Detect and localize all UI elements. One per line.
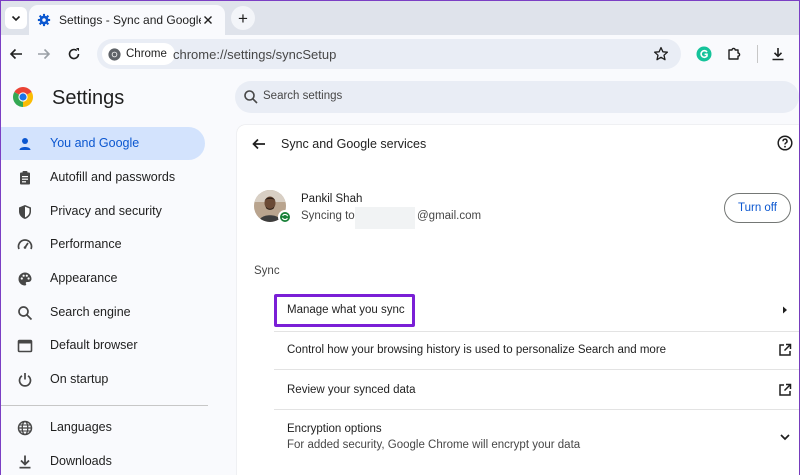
sidebar-item-label: Autofill and passwords <box>50 170 176 184</box>
sidebar-item-downloads[interactable]: Downloads <box>1 445 205 475</box>
sync-icon <box>281 213 289 221</box>
page-title: Settings <box>52 87 125 109</box>
browsing-history-control-link[interactable]: Control how your browsing history is use… <box>287 344 666 356</box>
power-icon <box>16 371 34 389</box>
encryption-options-title[interactable]: Encryption options <box>287 423 382 435</box>
chrome-logo-icon <box>13 87 33 107</box>
download-icon <box>16 453 34 471</box>
browser-toolbar: Chrome chrome://settings/syncSetup <box>1 35 799 73</box>
bookmark-star-icon[interactable] <box>653 46 669 62</box>
chrome-logo-icon <box>108 47 121 61</box>
tab-search-button[interactable] <box>5 7 27 29</box>
reload-button[interactable] <box>64 44 84 64</box>
back-button[interactable] <box>6 44 26 64</box>
sidebar-item-label: Appearance <box>50 271 118 285</box>
turn-off-sync-button[interactable]: Turn off <box>724 193 791 223</box>
chip-label: Chrome <box>126 48 167 60</box>
sidebar-item-you-and-google[interactable]: You and Google <box>1 127 205 160</box>
sidebar-item-label: You and Google <box>50 136 140 150</box>
tab-title: Settings - Sync and Google services <box>59 13 201 27</box>
close-tab-button[interactable] <box>201 13 215 27</box>
clipboard-icon <box>16 169 34 187</box>
chevron-down-icon[interactable] <box>778 430 792 444</box>
tab-settings[interactable]: Settings - Sync and Google services <box>29 5 225 35</box>
gauge-icon <box>16 236 34 254</box>
row-divider <box>274 331 799 332</box>
puzzle-icon <box>728 47 741 60</box>
account-email: @gmail.com <box>417 210 482 222</box>
sidebar-item-label: Downloads <box>50 454 112 468</box>
review-synced-data-link[interactable]: Review your synced data <box>287 384 415 396</box>
sidebar-item-appearance[interactable]: Appearance <box>1 262 205 295</box>
highlight-box <box>274 294 415 327</box>
browser-window-icon <box>16 337 34 355</box>
sidebar-item-languages[interactable]: Languages <box>1 411 205 444</box>
downloads-button[interactable] <box>769 45 787 63</box>
sync-status-badge <box>278 210 292 224</box>
chevron-down-icon <box>11 15 21 22</box>
extensions-button[interactable] <box>725 45 743 63</box>
shield-icon <box>16 203 34 221</box>
sidebar-item-privacy[interactable]: Privacy and security <box>1 195 205 228</box>
arrow-left-icon <box>9 48 22 60</box>
sidebar-item-label: Search engine <box>50 305 131 319</box>
globe-icon <box>16 419 34 437</box>
tab-strip: Settings - Sync and Google services + <box>1 1 799 35</box>
grammarly-icon <box>696 46 712 62</box>
sidebar-item-search-engine[interactable]: Search engine <box>1 296 205 329</box>
search-settings-field[interactable]: Search settings <box>235 81 799 113</box>
toolbar-divider <box>757 45 758 63</box>
sidebar-item-performance[interactable]: Performance <box>1 228 205 261</box>
help-icon[interactable] <box>777 135 793 151</box>
encryption-options-description: For added security, Google Chrome will e… <box>287 439 581 451</box>
arrow-left-icon[interactable] <box>251 136 267 152</box>
address-bar[interactable]: Chrome chrome://settings/syncSetup <box>97 39 681 69</box>
section-title: Sync and Google services <box>281 137 427 151</box>
search-icon <box>16 304 34 322</box>
row-divider <box>274 369 799 370</box>
sidebar-item-autofill[interactable]: Autofill and passwords <box>1 161 205 194</box>
sidebar-item-label: On startup <box>50 372 109 386</box>
new-tab-button[interactable]: + <box>231 6 255 30</box>
redacted-email-block <box>355 207 415 229</box>
person-icon <box>16 135 34 153</box>
search-icon <box>244 90 258 104</box>
close-icon <box>204 16 212 24</box>
settings-header: Settings Search settings <box>1 73 799 121</box>
syncing-label: Syncing to <box>301 210 355 222</box>
site-info-chip[interactable]: Chrome <box>102 43 175 65</box>
search-input[interactable]: Search settings <box>263 90 342 102</box>
sync-section-label: Sync <box>254 265 280 277</box>
grammarly-extension-button[interactable] <box>695 45 713 63</box>
gear-icon <box>37 13 51 27</box>
palette-icon <box>16 270 34 288</box>
row-divider <box>274 409 799 410</box>
sidebar-item-on-startup[interactable]: On startup <box>1 363 205 396</box>
account-name: Pankil Shah <box>301 193 363 205</box>
sidebar-item-label: Performance <box>50 237 122 251</box>
open-external-icon[interactable] <box>778 383 792 397</box>
reload-icon <box>68 48 80 60</box>
open-external-icon[interactable] <box>778 343 792 357</box>
settings-sidebar: You and Google Autofill and passwords Pr… <box>1 121 223 475</box>
sidebar-item-label: Default browser <box>50 338 138 352</box>
sidebar-item-label: Languages <box>50 420 112 434</box>
plus-icon: + <box>238 8 248 28</box>
sidebar-divider <box>1 405 208 406</box>
sidebar-item-label: Privacy and security <box>50 204 162 218</box>
arrow-right-icon <box>38 48 51 60</box>
chevron-right-icon[interactable] <box>778 303 792 317</box>
download-icon <box>772 48 784 61</box>
forward-button[interactable] <box>34 44 54 64</box>
url-text[interactable]: chrome://settings/syncSetup <box>173 47 336 62</box>
sidebar-item-default-browser[interactable]: Default browser <box>1 329 205 362</box>
